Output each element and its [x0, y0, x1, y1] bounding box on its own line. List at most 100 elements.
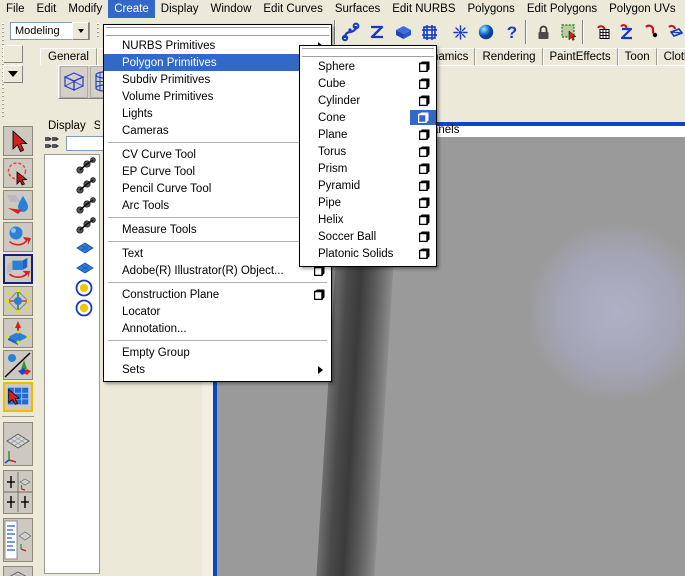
polygon-primitives-submenu[interactable]: Sphere Cube Cylinder Cone Plane Torus Pr…	[299, 45, 437, 267]
menu-set-selector[interactable]: Modeling	[10, 22, 90, 40]
menu-item-ep-curve-tool[interactable]: EP Curve Tool	[104, 163, 331, 180]
shelf-page-up-button[interactable]	[3, 45, 23, 63]
outliner-menu-display[interactable]: Display	[44, 120, 90, 132]
menu-create[interactable]: Create	[108, 0, 155, 18]
menu-item-sphere[interactable]: Sphere	[300, 58, 436, 75]
menu-item-prism[interactable]: Prism	[300, 160, 436, 177]
menu-polygons[interactable]: Polygons	[462, 0, 521, 18]
particles-icon[interactable]	[449, 21, 471, 43]
option-box-icon[interactable]	[419, 95, 430, 106]
menu-item-polygon-primitives[interactable]: Polygon Primitives	[104, 54, 331, 71]
help-icon[interactable]: ?	[501, 21, 523, 43]
menu-tear-off-handle[interactable]	[106, 27, 329, 36]
menu-edit-curves[interactable]: Edit Curves	[257, 0, 328, 18]
menu-file[interactable]: File	[0, 0, 31, 18]
move-tool-button[interactable]	[3, 222, 33, 252]
option-box-icon[interactable]	[419, 214, 430, 225]
menu-item-cameras[interactable]: Cameras	[104, 122, 331, 139]
rotate-tool-button[interactable]	[3, 254, 33, 284]
menu-item-pencil-curve-tool[interactable]: Pencil Curve Tool	[104, 180, 331, 197]
menu-item-construction-plane[interactable]: Construction Plane	[104, 286, 331, 303]
create-menu[interactable]: NURBS Primitives Polygon Primitives Subd…	[103, 24, 332, 382]
menu-item-nurbs-primitives[interactable]: NURBS Primitives	[104, 37, 331, 54]
shelf-tab-general[interactable]: General	[40, 48, 97, 65]
poly-cube-icon[interactable]	[392, 21, 414, 43]
menu-item-cylinder[interactable]: Cylinder	[300, 92, 436, 109]
menu-edit-nurbs[interactable]: Edit NURBS	[386, 0, 461, 18]
list-item[interactable]	[75, 239, 97, 261]
option-box-icon-highlighted[interactable]	[410, 110, 436, 125]
shelf-grip[interactable]	[95, 20, 101, 42]
menu-surfaces[interactable]: Surfaces	[329, 0, 386, 18]
shelf-tab-toon[interactable]: Toon	[617, 48, 657, 65]
menu-item-lights[interactable]: Lights	[104, 105, 331, 122]
option-box-icon[interactable]	[419, 231, 430, 242]
shelf-nurbs-cube-button[interactable]	[60, 66, 88, 98]
outliner-filter-icon[interactable]	[44, 135, 64, 152]
menu-item-torus[interactable]: Torus	[300, 143, 436, 160]
lattice-icon[interactable]	[418, 21, 440, 43]
outliner-menu-show[interactable]: Sh	[90, 120, 100, 132]
menu-item-annotation[interactable]: Annotation...	[104, 320, 331, 337]
menu-item-measure-tools[interactable]: Measure Tools	[104, 221, 331, 238]
snap-grid-icon[interactable]	[592, 21, 614, 43]
menu-item-arc-tools[interactable]: Arc Tools	[104, 197, 331, 214]
shelf-tab-painteffects[interactable]: PaintEffects	[542, 48, 618, 65]
select-tool-button[interactable]	[3, 126, 33, 156]
menu-item-cone[interactable]: Cone	[300, 109, 436, 126]
list-item[interactable]	[75, 197, 97, 219]
last-tool-used-button[interactable]	[3, 382, 33, 412]
lasso-select-tool-button[interactable]	[3, 158, 33, 188]
four-view-layout-button[interactable]	[3, 470, 33, 514]
option-box-icon[interactable]	[419, 78, 430, 89]
menu-item-sets[interactable]: Sets	[104, 361, 331, 378]
chevron-down-icon[interactable]	[72, 22, 89, 40]
single-perspective-layout-button[interactable]	[3, 422, 33, 466]
menu-item-adobe-illustrator-object[interactable]: Adobe(R) Illustrator(R) Object...	[104, 262, 331, 279]
option-box-icon[interactable]	[419, 197, 430, 208]
menu-modify[interactable]: Modify	[62, 0, 108, 18]
select-region-icon[interactable]	[558, 21, 580, 43]
scale-tool-button[interactable]	[3, 286, 33, 316]
option-box-icon[interactable]	[419, 61, 430, 72]
paint-select-tool-button[interactable]	[3, 190, 33, 220]
menu-item-soccer-ball[interactable]: Soccer Ball	[300, 228, 436, 245]
lock-icon[interactable]	[532, 21, 554, 43]
snap-curve2-icon[interactable]	[616, 21, 638, 43]
option-box-icon[interactable]	[419, 146, 430, 157]
menu-subdiv-surfaces[interactable]: Subdiv Su	[682, 0, 685, 18]
universal-manipulator-button[interactable]	[3, 318, 33, 348]
menu-edit-polygons[interactable]: Edit Polygons	[521, 0, 603, 18]
outliner-persp-layout-button[interactable]	[3, 518, 33, 562]
menu-item-helix[interactable]: Helix	[300, 211, 436, 228]
snap-point-icon[interactable]	[640, 21, 662, 43]
menu-tear-off-handle[interactable]	[302, 48, 434, 57]
option-box-icon[interactable]	[419, 129, 430, 140]
menu-item-subdiv-primitives[interactable]: Subdiv Primitives	[104, 71, 331, 88]
menu-window[interactable]: Window	[204, 0, 257, 18]
list-item[interactable]	[75, 279, 97, 301]
outliner-list[interactable]	[44, 154, 100, 574]
option-box-icon[interactable]	[419, 163, 430, 174]
menu-polygon-uvs[interactable]: Polygon UVs	[603, 0, 681, 18]
snap-curve-icon[interactable]	[366, 21, 388, 43]
outliner-search-input[interactable]	[66, 136, 106, 151]
option-box-icon[interactable]	[314, 289, 325, 300]
menu-item-plane[interactable]: Plane	[300, 126, 436, 143]
list-item[interactable]	[75, 259, 97, 281]
menu-item-platonic-solids[interactable]: Platonic Solids	[300, 245, 436, 262]
shelf-tab-cloth[interactable]: Cloth	[656, 48, 685, 65]
list-item[interactable]	[75, 217, 97, 239]
menu-item-cube[interactable]: Cube	[300, 75, 436, 92]
show-manipulator-tool-button[interactable]	[3, 350, 33, 380]
curve-tool-icon[interactable]	[340, 21, 362, 43]
menu-item-volume-primitives[interactable]: Volume Primitives	[104, 88, 331, 105]
menu-display[interactable]: Display	[155, 0, 205, 18]
menu-edit[interactable]: Edit	[31, 0, 63, 18]
menu-item-locator[interactable]: Locator	[104, 303, 331, 320]
menu-item-pipe[interactable]: Pipe	[300, 194, 436, 211]
menu-item-text[interactable]: Text	[104, 245, 331, 262]
persp-graph-layout-button[interactable]	[3, 566, 33, 576]
shelf-page-down-button[interactable]	[3, 65, 23, 83]
menu-item-cv-curve-tool[interactable]: CV Curve Tool	[104, 146, 331, 163]
